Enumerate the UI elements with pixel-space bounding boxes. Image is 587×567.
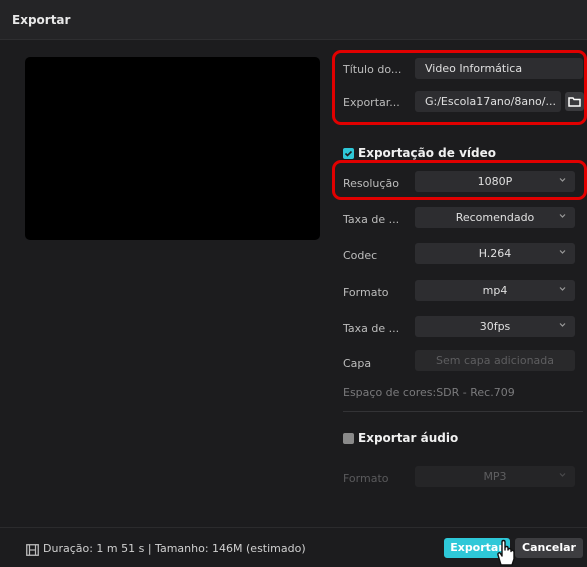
film-icon <box>26 541 39 560</box>
chevron-down-icon <box>559 285 566 292</box>
cover-button[interactable]: Sem capa adicionada <box>415 350 575 371</box>
resolution-value: 1080P <box>477 175 513 188</box>
title-input[interactable]: Video Informática <box>415 58 583 79</box>
resolution-select[interactable]: 1080P <box>415 171 575 192</box>
audio-format-select[interactable]: MP3 <box>415 466 575 487</box>
dialog-title: Exportar <box>12 13 71 27</box>
audio-export-checkbox[interactable] <box>343 433 354 444</box>
format-value: mp4 <box>482 284 508 297</box>
audio-format-label: Formato <box>343 472 389 485</box>
chevron-down-icon <box>559 321 566 328</box>
framerate-label: Taxa de ... <box>343 322 400 335</box>
resolution-label: Resolução <box>343 177 399 190</box>
title-input-value: Video Informática <box>425 62 523 75</box>
video-export-heading: Exportação de vídeo <box>358 146 496 160</box>
hand-cursor-icon <box>494 537 520 567</box>
export-path-label: Exportar... <box>343 96 400 109</box>
duration-size-info: Duração: 1 m 51 s | Tamanho: 146M (estim… <box>43 542 306 555</box>
dialog-titlebar: Exportar <box>0 0 587 40</box>
bitrate-select[interactable]: Recomendado <box>415 207 575 228</box>
framerate-value: 30fps <box>479 320 511 333</box>
cover-label: Capa <box>343 357 372 370</box>
bitrate-label: Taxa de ... <box>343 213 400 226</box>
format-label: Formato <box>343 286 389 299</box>
cover-value: Sem capa adicionada <box>435 354 555 367</box>
title-label: Título do... <box>343 63 402 76</box>
chevron-down-icon <box>559 471 566 478</box>
audio-export-heading: Exportar áudio <box>358 431 459 445</box>
video-export-checkbox[interactable] <box>343 148 354 159</box>
chevron-down-icon <box>559 212 566 219</box>
codec-select[interactable]: H.264 <box>415 243 575 264</box>
folder-icon <box>568 97 581 107</box>
bitrate-value: Recomendado <box>455 211 535 224</box>
format-select[interactable]: mp4 <box>415 280 575 301</box>
audio-format-value: MP3 <box>483 470 507 483</box>
browse-folder-button[interactable] <box>565 92 584 111</box>
video-preview <box>25 57 320 240</box>
section-divider <box>343 411 583 412</box>
codec-label: Codec <box>343 249 378 262</box>
chevron-down-icon <box>559 248 566 255</box>
chevron-down-icon <box>559 176 566 183</box>
codec-value: H.264 <box>478 247 512 260</box>
export-path-input[interactable]: G:/Escola17ano/8ano/... <box>415 91 561 112</box>
color-space-text: Espaço de cores:SDR - Rec.709 <box>343 386 515 399</box>
framerate-select[interactable]: 30fps <box>415 316 575 337</box>
check-icon <box>344 150 353 157</box>
export-path-value: G:/Escola17ano/8ano/... <box>425 95 556 108</box>
cancel-button[interactable]: Cancelar <box>515 538 583 558</box>
